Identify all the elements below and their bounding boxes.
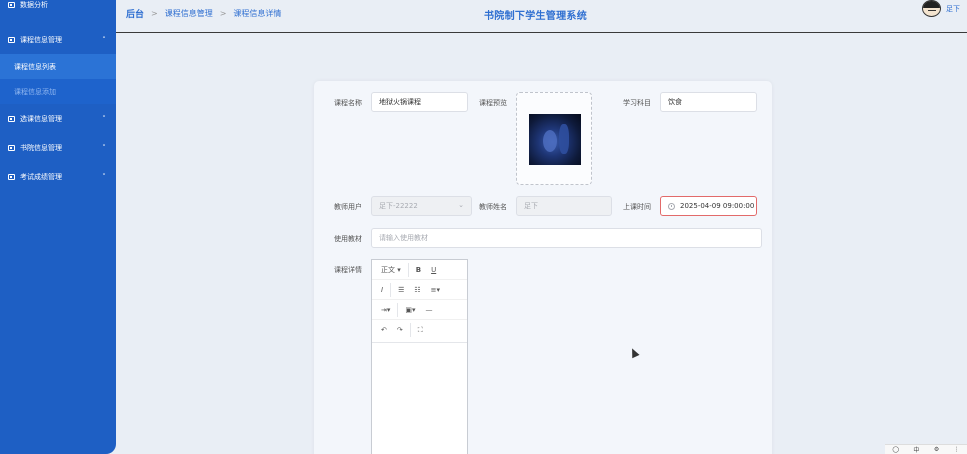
redo-icon[interactable]: ↷ bbox=[392, 323, 408, 337]
course-submenu: 课程信息列表 课程信息添加 bbox=[0, 54, 116, 104]
paragraph-format-dropdown[interactable]: 正文 ▾ bbox=[376, 263, 406, 277]
course-preview-image bbox=[529, 114, 581, 165]
chevron-down-icon: ⌄ bbox=[458, 201, 464, 209]
menu-college-management[interactable]: 书院信息管理 ˅ bbox=[0, 133, 116, 162]
class-time-label: 上课时间 bbox=[623, 203, 651, 211]
chevron-up-icon: ˄ bbox=[102, 35, 106, 44]
course-detail-form: 课程名称 地狱火锅课程 课程预览 学习科目 饮食 教师用户 足下-22222 ⌄… bbox=[314, 81, 772, 454]
tray-settings-icon[interactable]: ⚙ bbox=[934, 446, 939, 453]
textbook-label: 使用教材 bbox=[334, 235, 362, 243]
breadcrumb-course-detail: 课程信息详情 bbox=[233, 9, 282, 18]
site-title: 书院制下学生管理系统 bbox=[484, 11, 587, 22]
breadcrumb-course-management[interactable]: 课程信息管理 bbox=[165, 8, 213, 19]
chevron-down-icon: ˅ bbox=[102, 114, 106, 123]
menu-icon bbox=[8, 2, 15, 8]
textbook-input[interactable]: 请输入使用教材 bbox=[371, 228, 762, 248]
menu-course-management[interactable]: 课程信息管理 ˄ bbox=[0, 25, 116, 54]
teacher-user-select[interactable]: 足下-22222 ⌄ bbox=[371, 196, 472, 216]
menu-icon bbox=[8, 144, 15, 151]
image-icon[interactable]: ▣ ▾ bbox=[400, 303, 420, 317]
breadcrumb-separator-icon: > bbox=[219, 9, 227, 18]
system-tray: ◯ 中 ⚙ ⋮ bbox=[885, 444, 967, 454]
breadcrumb: 后台 > 课程信息管理 > 课程信息详情 bbox=[126, 7, 281, 20]
course-preview-upload[interactable] bbox=[516, 92, 592, 185]
breadcrumb-home[interactable]: 后台 bbox=[126, 7, 144, 20]
subject-input[interactable]: 饮食 bbox=[660, 92, 757, 112]
chevron-down-icon: ˅ bbox=[102, 172, 106, 181]
sidebar: 数据分析 课程信息管理 ˄ 课程信息列表 课程信息添加 选课信息管理 ˅ 书院信… bbox=[0, 0, 116, 454]
class-time-picker[interactable]: 2025-04-09 09:00:00 bbox=[660, 196, 757, 216]
submenu-course-add[interactable]: 课程信息添加 bbox=[0, 79, 116, 104]
preview-label: 课程预览 bbox=[479, 99, 507, 107]
rich-text-editor: 正文 ▾ B U I ☰ ☷ ≡ ▾ ⇥ ▾ ▣ ▾ — ↶ ↷ ⛶ bbox=[371, 259, 468, 454]
tray-more-icon[interactable]: ⋮ bbox=[954, 446, 960, 453]
fullscreen-icon[interactable]: ⛶ bbox=[413, 323, 428, 337]
class-time-value: 2025-04-09 09:00:00 bbox=[680, 202, 755, 210]
clock-icon bbox=[668, 202, 675, 210]
chevron-down-icon: ˅ bbox=[102, 143, 106, 152]
tray-circle-icon[interactable]: ◯ bbox=[892, 446, 899, 453]
divider-icon[interactable]: — bbox=[421, 303, 438, 317]
user-name[interactable]: 足下 bbox=[946, 4, 960, 14]
submenu-course-list[interactable]: 课程信息列表 bbox=[0, 54, 116, 79]
menu-icon bbox=[8, 173, 15, 180]
bullet-list-icon[interactable]: ☰ bbox=[393, 283, 409, 297]
details-label: 课程详情 bbox=[334, 266, 362, 274]
editor-toolbar: 正文 ▾ B U I ☰ ☷ ≡ ▾ ⇥ ▾ ▣ ▾ — ↶ ↷ ⛶ bbox=[372, 260, 467, 343]
numbered-list-icon[interactable]: ☷ bbox=[409, 283, 425, 297]
teacher-name-input[interactable]: 足下 bbox=[516, 196, 612, 216]
tray-ime-icon[interactable]: 中 bbox=[913, 445, 919, 454]
teacher-user-label: 教师用户 bbox=[334, 203, 362, 211]
breadcrumb-separator-icon: > bbox=[151, 9, 158, 18]
subject-label: 学习科目 bbox=[623, 99, 651, 107]
menu-data-analysis[interactable]: 数据分析 bbox=[0, 0, 116, 12]
menu-icon bbox=[8, 36, 15, 43]
bold-icon[interactable]: B bbox=[411, 263, 426, 277]
italic-icon[interactable]: I bbox=[376, 283, 388, 297]
indent-icon[interactable]: ⇥ ▾ bbox=[376, 303, 395, 317]
editor-content-area[interactable] bbox=[372, 343, 467, 454]
align-icon[interactable]: ≡ ▾ bbox=[426, 283, 445, 297]
teacher-name-label: 教师姓名 bbox=[479, 203, 507, 211]
course-name-input[interactable]: 地狱火锅课程 bbox=[371, 92, 468, 112]
teacher-user-value: 足下-22222 bbox=[379, 202, 418, 210]
top-header: 后台 > 课程信息管理 > 课程信息详情 书院制下学生管理系统 足下 bbox=[116, 0, 967, 33]
undo-icon[interactable]: ↶ bbox=[376, 323, 392, 337]
menu-exam-score-management[interactable]: 考试成绩管理 ˅ bbox=[0, 162, 116, 191]
menu-icon bbox=[8, 115, 15, 122]
underline-icon[interactable]: U bbox=[426, 263, 441, 277]
menu-enrollment-management[interactable]: 选课信息管理 ˅ bbox=[0, 104, 116, 133]
course-name-label: 课程名称 bbox=[334, 99, 362, 107]
avatar[interactable] bbox=[922, 0, 941, 17]
